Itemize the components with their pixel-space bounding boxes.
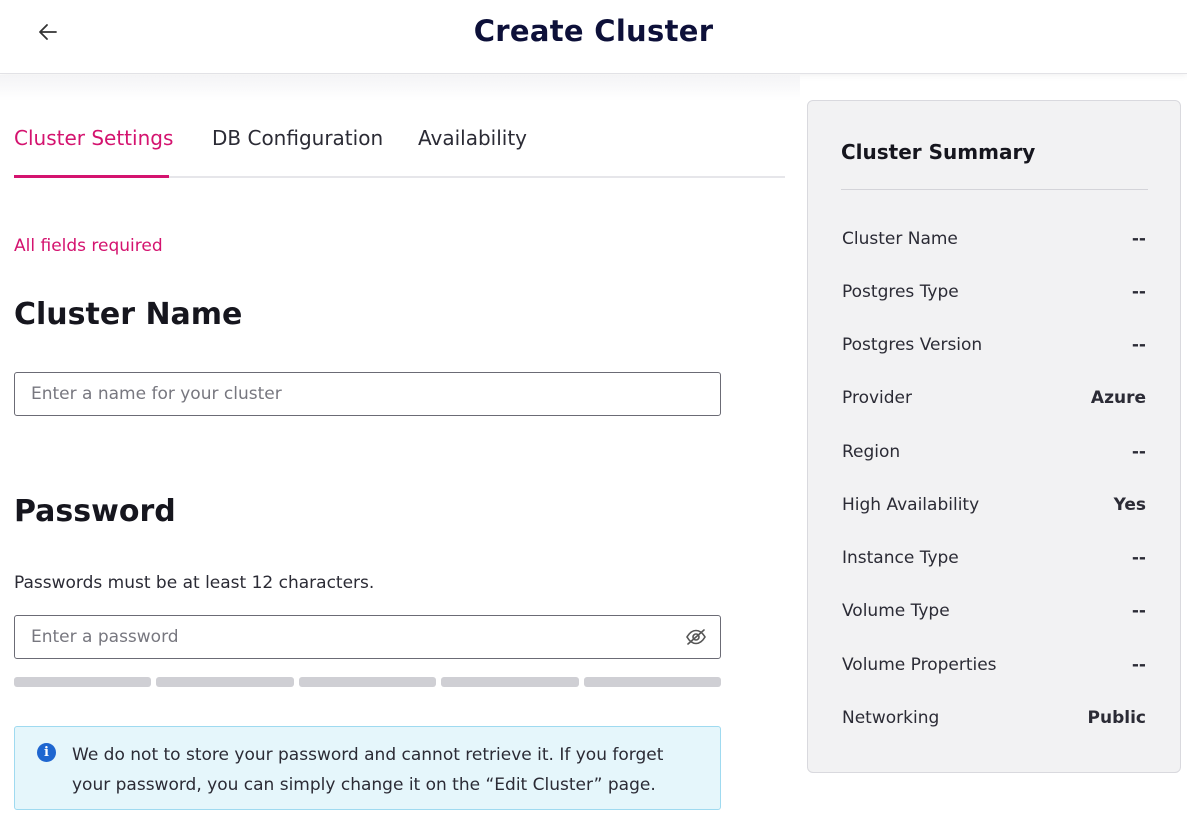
cluster-name-input[interactable]: [15, 373, 720, 415]
summary-title: Cluster Summary: [841, 140, 1036, 164]
eye-off-icon: [686, 629, 706, 645]
summary-value: --: [1131, 601, 1146, 621]
summary-row-networking: Networking Public: [842, 708, 1146, 732]
summary-label: Provider: [842, 388, 912, 408]
password-field: [14, 615, 721, 659]
strength-segment: [583, 677, 722, 687]
summary-row-postgres-type: Postgres Type --: [842, 282, 1146, 306]
summary-label: Region: [842, 442, 901, 462]
info-icon: i: [37, 743, 56, 762]
summary-row-volume-properties: Volume Properties --: [842, 655, 1146, 679]
password-hint: Passwords must be at least 12 characters…: [14, 573, 375, 593]
summary-row-instance-type: Instance Type --: [842, 548, 1146, 572]
tab-availability[interactable]: Availability: [418, 126, 527, 150]
summary-label: Postgres Type: [842, 282, 959, 302]
password-heading: Password: [14, 494, 176, 529]
strength-segment: [156, 677, 294, 687]
password-strength-meter: [14, 677, 722, 687]
summary-value: --: [1131, 335, 1146, 355]
toggle-password-visibility-button[interactable]: [684, 626, 708, 648]
summary-row-cluster-name: Cluster Name --: [842, 229, 1146, 253]
strength-segment: [298, 677, 437, 687]
summary-row-high-availability: High Availability Yes: [842, 495, 1146, 519]
required-note: All fields required: [14, 236, 163, 256]
top-bar: Create Cluster: [0, 0, 1187, 74]
summary-label: Cluster Name: [842, 229, 958, 249]
summary-value: --: [1131, 548, 1146, 568]
summary-label: Volume Properties: [842, 655, 997, 675]
cluster-name-field: [14, 372, 721, 416]
summary-value: Public: [1087, 708, 1146, 728]
summary-label: Networking: [842, 708, 940, 728]
password-input[interactable]: [15, 616, 720, 658]
summary-label: Volume Type: [842, 601, 950, 621]
summary-row-provider: Provider Azure: [842, 388, 1146, 412]
summary-value: --: [1131, 282, 1146, 302]
info-message: We do not to store your password and can…: [72, 745, 664, 795]
cluster-summary-panel: Cluster Summary Cluster Name -- Postgres…: [807, 100, 1181, 773]
password-info-banner: i We do not to store your password and c…: [14, 726, 721, 810]
summary-row-postgres-version: Postgres Version --: [842, 335, 1146, 359]
summary-label: High Availability: [842, 495, 980, 515]
summary-value: --: [1131, 442, 1146, 462]
summary-label: Instance Type: [842, 548, 959, 568]
summary-value: --: [1131, 229, 1146, 249]
summary-value: Yes: [1113, 495, 1146, 515]
tab-db-configuration[interactable]: DB Configuration: [212, 126, 383, 150]
tab-cluster-settings[interactable]: Cluster Settings: [14, 126, 173, 150]
strength-segment: [14, 677, 152, 687]
summary-label: Postgres Version: [842, 335, 983, 355]
summary-row-region: Region --: [842, 442, 1146, 466]
settings-tabs: Cluster Settings DB Configuration Availa…: [14, 100, 785, 178]
summary-value: --: [1131, 655, 1146, 675]
summary-divider: [841, 189, 1148, 190]
active-tab-indicator: [14, 175, 169, 178]
strength-segment: [441, 677, 579, 687]
header-shadow: [0, 75, 800, 101]
summary-value: Azure: [1090, 388, 1146, 408]
cluster-name-heading: Cluster Name: [14, 297, 243, 332]
page-title: Create Cluster: [473, 14, 714, 48]
summary-row-volume-type: Volume Type --: [842, 601, 1146, 625]
